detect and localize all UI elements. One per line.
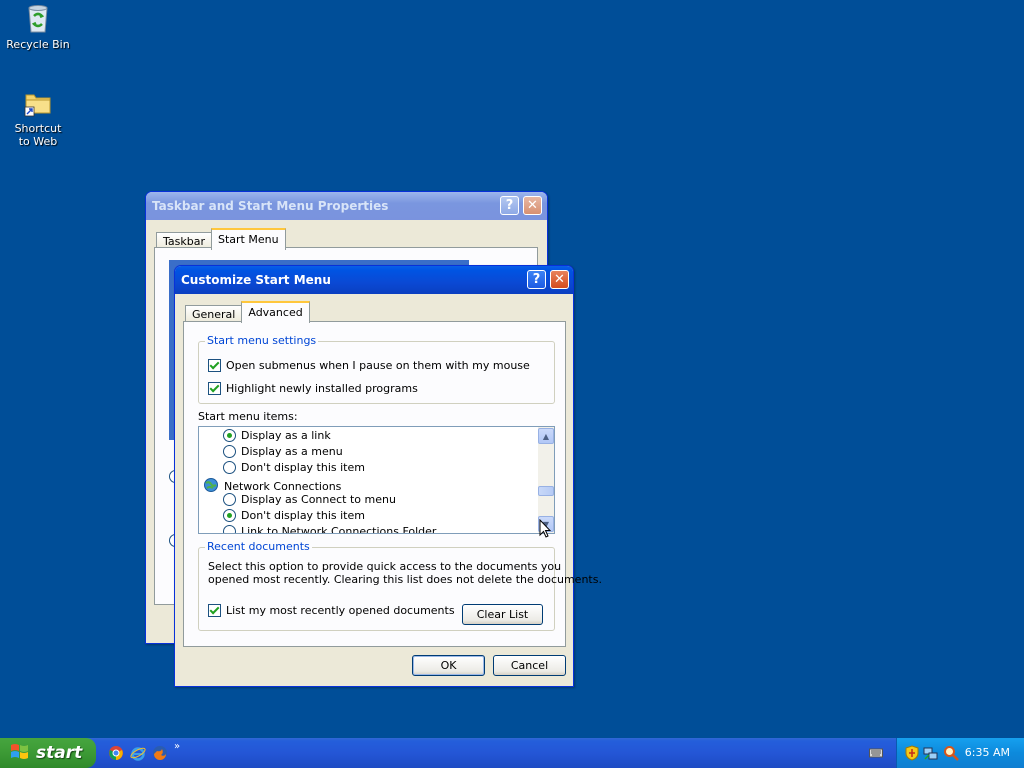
recent-documents-group: Recent documents Select this option to p… (198, 540, 602, 631)
folder-shortcut-icon (22, 86, 54, 118)
customize-start-menu-dialog: Customize Start Menu ? ✕ General Advance… (174, 265, 602, 687)
list-recent-documents-checkbox[interactable] (208, 604, 221, 617)
list-recent-documents-option[interactable]: List my most recently opened documents (208, 604, 455, 617)
scroll-up-button[interactable]: ▲ (538, 428, 554, 444)
firefox-icon[interactable] (152, 745, 168, 764)
list-item-label: Display as a menu (241, 445, 343, 458)
desktop-icon-shortcut-to-web[interactable]: Shortcut to Web (0, 86, 76, 148)
group-title: Start menu settings (205, 334, 319, 347)
quick-launch: » (108, 741, 180, 764)
desktop-icon-recycle-bin[interactable]: Recycle Bin (0, 2, 76, 51)
desktop-icon-label: Recycle Bin (6, 38, 70, 51)
group-title: Recent documents (205, 540, 312, 553)
highlight-programs-checkbox[interactable] (208, 382, 221, 395)
list-item[interactable]: Display as Connect to menu (223, 493, 396, 506)
keyboard-icon[interactable] (869, 747, 883, 762)
display-as-menu-radio[interactable] (223, 445, 236, 458)
list-scrollbar[interactable]: ▲ ▼ (538, 427, 554, 533)
help-button[interactable]: ? (500, 196, 519, 215)
taskbar-properties-titlebar[interactable]: Taskbar and Start Menu Properties ? ✕ (146, 192, 547, 220)
clock[interactable]: 6:35 AM (965, 746, 1010, 759)
taskbar: start » 6:35 AM (0, 738, 1024, 768)
list-item-label: Don't display this item (241, 461, 365, 474)
help-button[interactable]: ? (527, 270, 546, 289)
option-label: Highlight newly installed programs (226, 382, 418, 395)
list-item[interactable]: Don't display this item (223, 509, 365, 522)
network-status-icon[interactable] (923, 745, 939, 764)
list-item[interactable]: Display as a menu (223, 445, 343, 458)
ok-button[interactable]: OK (412, 655, 485, 676)
list-item-label: Network Connections (224, 480, 342, 493)
connect-to-menu-radio[interactable] (223, 493, 236, 506)
start-menu-items-label: Start menu items: (198, 410, 298, 423)
dont-display-radio[interactable] (223, 461, 236, 474)
window-title: Taskbar and Start Menu Properties (152, 199, 389, 213)
list-item-label: Link to Network Connections Folder (241, 525, 437, 534)
open-submenus-option[interactable]: Open submenus when I pause on them with … (208, 359, 530, 372)
quick-launch-more-icon[interactable]: » (174, 741, 180, 764)
mouse-cursor-icon (539, 518, 552, 542)
option-label: List my most recently opened documents (226, 604, 455, 617)
recent-documents-description: Select this option to provide quick acce… (208, 560, 602, 586)
clear-list-button[interactable]: Clear List (462, 604, 543, 625)
dont-display-network-radio[interactable] (223, 509, 236, 522)
start-label: start (36, 743, 83, 763)
start-button[interactable]: start (0, 738, 96, 768)
highlight-programs-option[interactable]: Highlight newly installed programs (208, 382, 418, 395)
option-label: Open submenus when I pause on them with … (226, 359, 530, 372)
open-submenus-checkbox[interactable] (208, 359, 221, 372)
list-item-label: Display as a link (241, 429, 331, 442)
internet-explorer-icon[interactable] (130, 745, 146, 764)
start-menu-settings-group: Start menu settings Open submenus when I… (198, 334, 555, 404)
window-title: Customize Start Menu (181, 273, 331, 287)
scroll-thumb[interactable] (538, 486, 554, 496)
link-network-folder-radio[interactable] (223, 525, 236, 533)
start-menu-items-list[interactable]: Display as a link Display as a menu Don'… (198, 426, 555, 534)
display-as-link-radio[interactable] (223, 429, 236, 442)
windows-logo-icon (10, 742, 30, 765)
network-connections-icon (203, 477, 219, 496)
tab-start-menu[interactable]: Start Menu (211, 228, 286, 250)
cancel-button[interactable]: Cancel (493, 655, 566, 676)
list-item-label: Don't display this item (241, 509, 365, 522)
tab-advanced[interactable]: Advanced (241, 301, 310, 323)
list-item[interactable]: Don't display this item (223, 461, 365, 474)
recycle-bin-icon (22, 2, 54, 34)
list-item[interactable]: Link to Network Connections Folder (223, 525, 437, 534)
close-button[interactable]: ✕ (523, 196, 542, 215)
search-icon[interactable] (943, 745, 959, 764)
system-tray: 6:35 AM (896, 738, 1024, 768)
desktop-icon-label: Shortcut to Web (14, 122, 62, 148)
list-item[interactable]: Display as a link (223, 429, 331, 442)
chrome-icon[interactable] (108, 745, 124, 764)
advanced-panel: Start menu settings Open submenus when I… (183, 321, 602, 647)
close-button[interactable]: ✕ (550, 270, 569, 289)
security-shield-icon[interactable] (905, 745, 919, 764)
customize-start-menu-titlebar[interactable]: Customize Start Menu ? ✕ (175, 266, 573, 294)
list-item-label: Display as Connect to menu (241, 493, 396, 506)
